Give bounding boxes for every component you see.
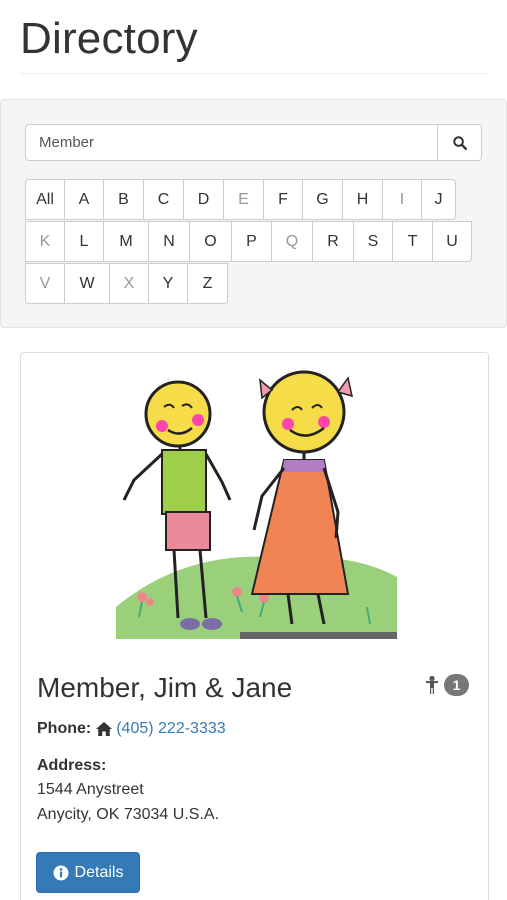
letter-button-s[interactable]: S — [353, 221, 393, 262]
letter-button-o[interactable]: O — [189, 221, 232, 262]
address-label: Address: — [37, 757, 107, 774]
letter-button-r[interactable]: R — [312, 221, 354, 262]
children-badge: 1 — [425, 674, 469, 696]
address-city: Anycity, OK 73034 U.S.A. — [37, 806, 220, 823]
letter-button-e: E — [223, 179, 264, 220]
phone-link[interactable]: (405) 222-3333 — [116, 720, 225, 738]
child-icon — [426, 675, 438, 694]
letter-button-l[interactable]: L — [64, 221, 104, 262]
info-icon — [53, 865, 69, 880]
search-group — [25, 124, 482, 161]
letter-button-k: K — [25, 221, 65, 262]
letter-button-i: I — [382, 179, 422, 220]
page-title: Directory — [20, 14, 198, 63]
letter-row-3: VWXYZ — [25, 263, 472, 304]
letter-filter: All A B C D E F G H I J KLMNOPQRSTU VWXYZ — [25, 179, 472, 305]
letter-button-a[interactable]: A — [64, 179, 104, 220]
letter-button-q: Q — [271, 221, 313, 262]
search-icon — [452, 135, 467, 150]
letter-button-t[interactable]: T — [392, 221, 433, 262]
letter-button-d[interactable]: D — [183, 179, 224, 220]
search-button[interactable] — [438, 124, 482, 161]
letter-button-m[interactable]: M — [103, 221, 149, 262]
letter-button-v: V — [25, 263, 65, 304]
letter-button-w[interactable]: W — [64, 263, 110, 304]
letter-button-h[interactable]: H — [342, 179, 383, 220]
phone-line: Phone: (405) 222-3333 — [37, 720, 226, 738]
letter-button-y[interactable]: Y — [148, 263, 188, 304]
address-street: 1544 Anystreet — [37, 781, 144, 798]
letter-row-2: KLMNOPQRSTU — [25, 221, 472, 262]
details-label: Details — [74, 863, 124, 881]
title-divider — [20, 73, 488, 74]
letter-button-u[interactable]: U — [432, 221, 472, 262]
family-photo — [112, 362, 397, 639]
letter-button-z[interactable]: Z — [187, 263, 228, 304]
letter-row-1: All A B C D E F G H I J — [25, 179, 472, 220]
letter-button-p[interactable]: P — [231, 221, 272, 262]
letter-button-g[interactable]: G — [302, 179, 343, 220]
letter-button-n[interactable]: N — [148, 221, 190, 262]
home-icon — [96, 722, 113, 736]
phone-label: Phone: — [37, 720, 92, 737]
letter-button-b[interactable]: B — [103, 179, 144, 220]
member-name: Member, Jim & Jane — [37, 672, 293, 703]
search-input[interactable] — [25, 124, 438, 161]
letter-button-all[interactable]: All — [25, 179, 65, 220]
children-count: 1 — [444, 674, 469, 696]
letter-button-j[interactable]: J — [421, 179, 456, 220]
letter-button-c[interactable]: C — [143, 179, 184, 220]
letter-button-f[interactable]: F — [263, 179, 303, 220]
letter-button-x: X — [109, 263, 149, 304]
details-button[interactable]: Details — [36, 852, 140, 893]
